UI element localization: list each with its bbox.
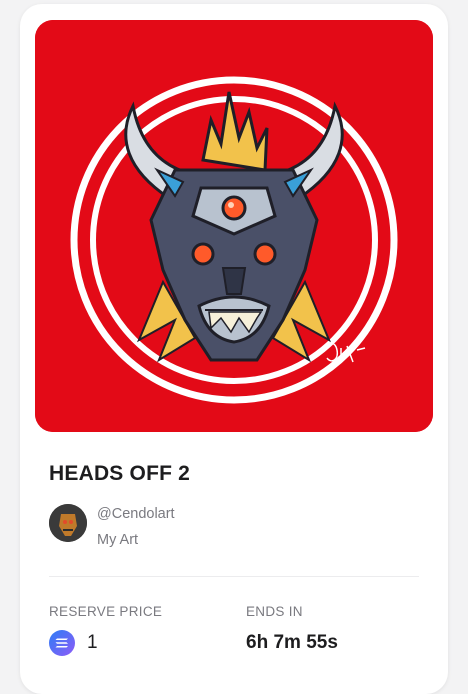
ends-in-label: ENDS IN bbox=[246, 604, 303, 619]
nft-artwork[interactable] bbox=[35, 20, 433, 432]
reserve-price-value: 1 bbox=[87, 632, 98, 653]
creator-avatar[interactable] bbox=[49, 504, 87, 542]
reserve-price-label: RESERVE PRICE bbox=[49, 604, 163, 619]
oni-mask-illustration bbox=[35, 20, 433, 432]
countdown-timer: 6h 7m 55s bbox=[246, 632, 338, 653]
solana-icon bbox=[49, 630, 75, 656]
creator-handle[interactable]: @Cendolart bbox=[97, 506, 175, 522]
nft-title: HEADS OFF 2 bbox=[49, 462, 191, 485]
divider bbox=[49, 576, 419, 577]
nft-card[interactable]: HEADS OFF 2 @Cendolart My Art RESERVE PR… bbox=[20, 4, 448, 694]
collection-name[interactable]: My Art bbox=[97, 532, 138, 548]
